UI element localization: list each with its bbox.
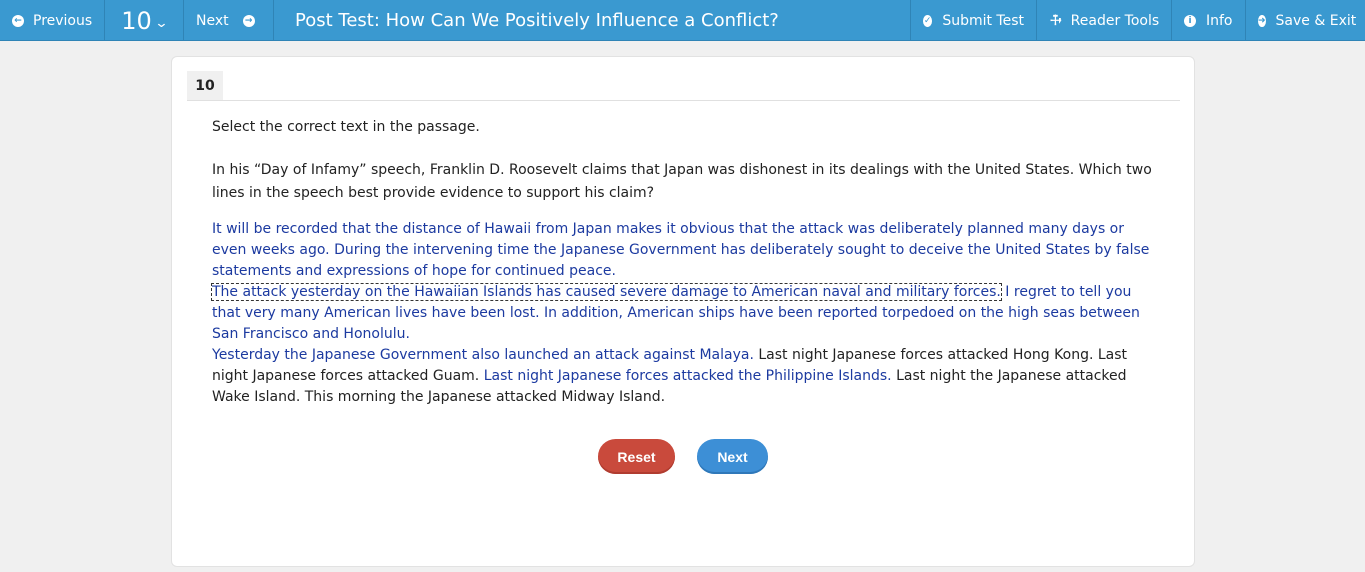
tab-divider [187,100,1180,101]
next-label: Next [196,12,229,29]
info-circle-icon: i [1184,14,1196,27]
next-question-button[interactable]: Next → [184,0,274,41]
sign-in-icon: ➜ [1258,14,1266,27]
top-toolbar: ← Previous 10 ⌄ Next → Post Test: How Ca… [0,0,1365,41]
circle-arrow-left-icon: ← [12,14,24,27]
save-exit-label: Save & Exit [1275,12,1357,29]
question-number-tab: 10 [187,71,223,101]
selectable-sentence[interactable]: Yesterday the Japanese Government also l… [212,347,754,363]
next-button[interactable]: Next [697,439,768,474]
reset-button[interactable]: Reset [598,439,675,474]
selectable-sentence-focused[interactable]: The attack yesterday on the Hawaiian Isl… [211,283,1002,301]
question-prompt: In his “Day of Infamy” speech, Franklin … [212,162,1152,201]
question-selector-dropdown[interactable]: 10 ⌄ [105,0,184,41]
reader-tools-button[interactable]: ⚒ Reader Tools [1036,0,1171,41]
submit-label: Submit Test [942,12,1024,29]
check-circle-icon: ✓ [923,14,933,27]
previous-button[interactable]: ← Previous [0,0,105,41]
page-title: Post Test: How Can We Positively Influen… [295,10,779,31]
question-card: 10 Select the correct text in the passag… [171,56,1195,567]
instruction-text: Select the correct text in the passage. [212,119,480,135]
passage: It will be recorded that the distance of… [211,219,1152,408]
submit-test-button[interactable]: ✓ Submit Test [910,0,1036,41]
toolbar-actions: ✓ Submit Test ⚒ Reader Tools i Info ➜ Sa… [910,0,1365,41]
selectable-sentence[interactable]: Last night Japanese forces attacked the … [484,368,892,384]
wrench-icon: ⚒ [1045,11,1065,30]
reader-tools-label: Reader Tools [1070,12,1160,29]
passage-paragraph: The attack yesterday on the Hawaiian Isl… [211,282,1152,345]
info-label: Info [1206,12,1233,29]
chevron-down-icon: ⌄ [154,16,169,31]
save-exit-button[interactable]: ➜ Save & Exit [1245,0,1365,41]
selectable-sentence[interactable]: During the intervening time the Japanese… [212,242,1149,279]
passage-paragraph: It will be recorded that the distance of… [212,219,1152,282]
question-number: 10 [121,6,152,35]
passage-paragraph: Yesterday the Japanese Government also l… [212,345,1152,408]
info-button[interactable]: i Info [1171,0,1245,41]
previous-label: Previous [33,12,93,29]
circle-arrow-right-icon: → [242,14,255,27]
